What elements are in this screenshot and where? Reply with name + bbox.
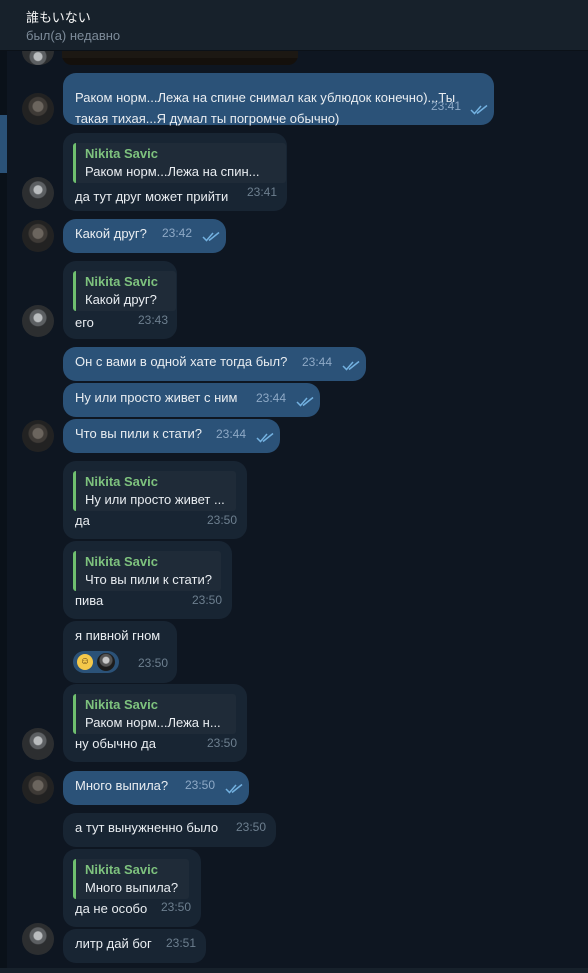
message-time: 23:41	[431, 99, 462, 113]
message-time: 23:44	[216, 427, 247, 441]
reply-quote[interactable]: Nikita Savic Ну или просто живет ...	[73, 471, 236, 511]
avatar[interactable]	[22, 305, 54, 337]
incoming-message[interactable]: а тут вынужненно было 23:50	[63, 813, 276, 847]
incoming-message[interactable]: Nikita Savic Раком норм...Лежа н... ну обы…	[63, 684, 247, 762]
incoming-message[interactable]: Nikita Savic Много выпила? да не особо 23:5…	[63, 849, 201, 927]
message-time: 23:42	[162, 226, 193, 240]
outgoing-message[interactable]: Что вы пили к стати? 23:44	[63, 419, 280, 453]
incoming-message[interactable]: Nikita Savic Раком норм...Лежа на спин...…	[63, 133, 287, 211]
read-check-icon	[296, 396, 314, 407]
message-text: да тут друг может прийти	[75, 189, 229, 204]
message-text: ну обычно да	[75, 736, 156, 751]
reply-quote[interactable]: Nikita Savic Раком норм...Лежа н...	[73, 694, 236, 734]
avatar[interactable]	[22, 772, 54, 804]
message-time: 23:41	[247, 185, 278, 199]
message-text: его	[75, 315, 94, 330]
chat-title[interactable]: 誰もいない	[26, 7, 91, 26]
chat-header[interactable]: 誰もいない был(а) недавно	[0, 0, 588, 51]
message-time: 23:44	[302, 355, 333, 369]
reply-author: Nikita Savic	[85, 474, 158, 489]
avatar[interactable]	[22, 93, 54, 125]
outgoing-message[interactable]: Много выпила? 23:50	[63, 771, 249, 805]
scrollbar[interactable]	[578, 51, 588, 973]
avatar[interactable]	[22, 923, 54, 955]
message-text: Раком норм...Лежа на спине снимал как уб…	[75, 90, 456, 105]
reply-text: Что вы пили к стати?	[85, 572, 212, 587]
message-time: 23:44	[256, 391, 287, 405]
reply-author: Nikita Savic	[85, 697, 158, 712]
message-time: 23:51	[166, 936, 197, 950]
incoming-message[interactable]: литр дай бог 23:51	[63, 929, 206, 963]
message-text: да не особо	[75, 901, 148, 916]
reply-author: Nikita Savic	[85, 146, 158, 161]
outgoing-message[interactable]: Какой друг? 23:42	[63, 219, 226, 253]
incoming-message[interactable]: я пивной гном ☺ 23:50	[63, 621, 177, 683]
reply-quote[interactable]: Nikita Savic Много выпила?	[73, 859, 189, 899]
reactor-avatar	[97, 653, 115, 671]
left-panel-edge	[0, 51, 7, 973]
avatar[interactable]	[22, 728, 54, 760]
read-check-icon	[202, 231, 220, 242]
reaction-badge[interactable]: ☺	[73, 651, 119, 673]
reply-text: Много выпила?	[85, 880, 179, 895]
previous-media-message[interactable]	[62, 51, 298, 65]
reply-text: Раком норм...Лежа на спин...	[85, 164, 260, 179]
reply-text: Какой друг?	[85, 292, 157, 307]
message-text: Что вы пили к стати?	[75, 426, 202, 441]
active-chat-indicator	[0, 115, 7, 173]
message-time: 23:50	[207, 736, 238, 750]
message-time: 23:43	[138, 313, 169, 327]
message-time: 23:50	[207, 513, 238, 527]
message-text: Какой друг?	[75, 226, 147, 241]
message-time: 23:50	[138, 656, 169, 670]
smile-emoji-icon: ☺	[77, 654, 93, 670]
read-check-icon	[225, 783, 243, 794]
avatar[interactable]	[22, 420, 54, 452]
message-text: Много выпила?	[75, 778, 169, 793]
message-time: 23:50	[192, 593, 223, 607]
read-check-icon	[256, 432, 274, 443]
reply-text: Раком норм...Лежа н...	[85, 715, 221, 730]
read-check-icon	[342, 360, 360, 371]
message-text: Он с вами в одной хате тогда был?	[75, 354, 288, 369]
message-text: Ну или просто живет с ним	[75, 390, 238, 405]
reply-author: Nikita Savic	[85, 862, 158, 877]
incoming-message[interactable]: Nikita Savic Какой друг? его 23:43	[63, 261, 177, 339]
message-time: 23:50	[236, 820, 267, 834]
avatar[interactable]	[22, 177, 54, 209]
message-text: литр дай бог	[75, 936, 152, 951]
reply-author: Nikita Savic	[85, 554, 158, 569]
message-text: такая тихая...Я думал ты погромче обычно…	[75, 111, 340, 126]
reply-quote[interactable]: Nikita Savic Что вы пили к стати?	[73, 551, 221, 591]
avatar[interactable]	[22, 51, 54, 65]
message-time: 23:50	[185, 778, 216, 792]
reply-author: Nikita Savic	[85, 274, 158, 289]
outgoing-message[interactable]: Раком норм...Лежа на спине снимал как уб…	[63, 73, 494, 126]
incoming-message[interactable]: Nikita Savic Ну или просто живет ... да 23:…	[63, 461, 247, 539]
read-check-icon	[470, 104, 488, 115]
message-text: я пивной гном	[75, 628, 161, 643]
composer-edge	[0, 968, 588, 973]
message-time: 23:50	[161, 900, 192, 914]
message-text: пива	[75, 593, 104, 608]
reply-text: Ну или просто живет ...	[85, 492, 225, 507]
reply-quote[interactable]: Nikita Savic Раком норм...Лежа на спин...	[73, 143, 286, 183]
message-text: а тут вынужненно было	[75, 820, 219, 835]
reply-quote[interactable]: Nikita Savic Какой друг?	[73, 271, 176, 311]
message-text: да	[75, 513, 90, 528]
chat-status: был(а) недавно	[26, 28, 121, 43]
outgoing-message[interactable]: Он с вами в одной хате тогда был? 23:44	[63, 347, 366, 381]
avatar[interactable]	[22, 220, 54, 252]
incoming-message[interactable]: Nikita Savic Что вы пили к стати? пива 23:5…	[63, 541, 232, 619]
outgoing-message[interactable]: Ну или просто живет с ним 23:44	[63, 383, 320, 417]
